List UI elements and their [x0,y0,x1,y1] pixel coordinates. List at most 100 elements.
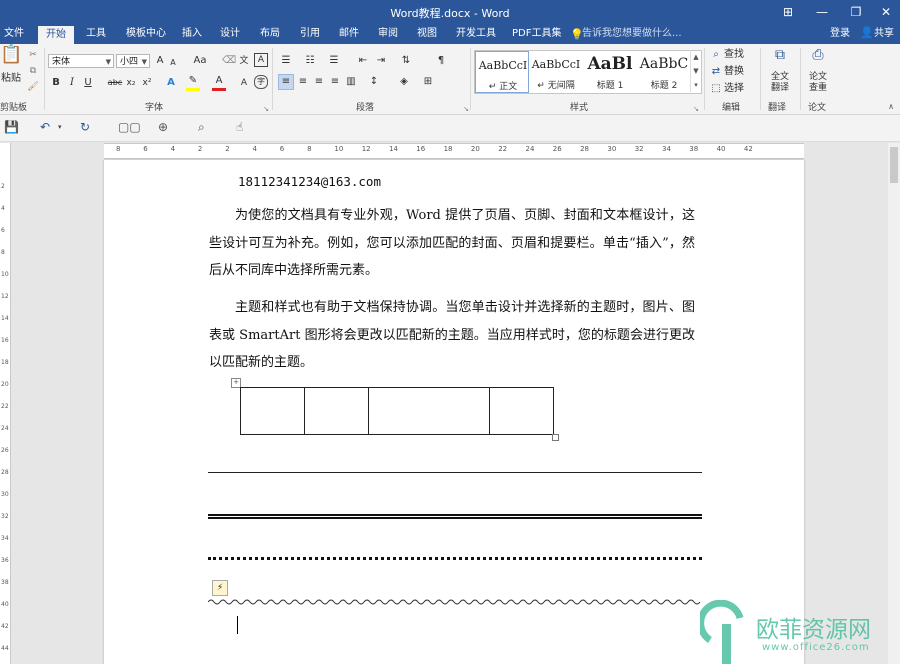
copy-icon[interactable]: ⧉ [26,64,40,78]
paste-button[interactable]: 粘贴 [0,72,22,86]
read-mode-icon[interactable]: ▢▢ [118,120,141,134]
replace-button[interactable]: 替换 [724,65,744,79]
align-left-icon[interactable]: ≡ [278,74,294,90]
shrink-font-button[interactable]: A [168,56,178,70]
character-shading-icon[interactable]: A [238,76,250,90]
select-button[interactable]: 选择 [724,82,744,96]
print-preview-icon[interactable]: ⌕ [198,120,205,135]
clear-formatting-icon[interactable]: ⌫ [222,54,236,68]
chevron-down-icon: ▼ [141,58,147,66]
bullets-icon[interactable]: ☰ [278,54,294,68]
full-text-translate-button[interactable]: 全文 翻译 [766,72,794,94]
font-color-icon: A [215,75,223,86]
show-formatting-icon[interactable]: ¶ [434,54,448,68]
touch-mode-icon[interactable]: ☝ [236,120,243,134]
borders-icon[interactable]: ⊞ [420,75,436,89]
tab-insert[interactable]: 插入 [182,24,202,44]
plagiarism-check-icon[interactable]: ⎙ [808,48,828,62]
multilevel-list-icon[interactable]: ☰ [326,54,342,68]
font-size-combo[interactable]: 小四 ▼ [116,54,150,68]
tab-tools[interactable]: 工具 [86,24,106,44]
vertical-scrollbar[interactable] [888,143,900,664]
dialog-launcher-icon[interactable]: ↘ [462,102,470,116]
change-case-button[interactable]: Aa [189,54,211,68]
horizontal-ruler[interactable]: 8 6 4 2 2 4 6 8 10 12 14 16 18 20 22 24 26 28 30 32 34 38 40 42 [104,143,804,159]
italic-button[interactable]: I [66,76,78,90]
grow-font-button[interactable]: A [154,54,166,68]
collapse-ribbon-icon[interactable]: ∧ [886,100,896,114]
text-effects-icon[interactable]: A [164,76,178,90]
align-center-icon[interactable]: ≡ [296,75,310,89]
justify-icon[interactable]: ≡ [328,75,342,89]
undo-icon[interactable]: ↶ [40,120,50,134]
strikethrough-button[interactable]: abc [106,76,124,90]
table-cell[interactable] [304,387,369,435]
highlight-color-button[interactable]: ✎ [186,74,200,91]
restore-button[interactable]: ❐ [840,0,872,24]
table-cell[interactable] [240,387,305,435]
shading-icon[interactable]: ◈ [396,75,412,89]
style-heading-1[interactable]: AaBl 标题 1 [583,51,637,93]
numbering-icon[interactable]: ☷ [302,54,318,68]
dialog-launcher-icon[interactable]: ↘ [262,102,270,116]
sign-in-link[interactable]: 登录 [830,24,850,44]
align-right-icon[interactable]: ≡ [312,75,326,89]
table-row [240,387,554,435]
tab-developer[interactable]: 开发工具 [456,24,496,44]
autocorrect-options-icon[interactable]: ⚡ [212,580,228,596]
document-table[interactable] [240,387,554,435]
distributed-icon[interactable]: ▥ [344,75,358,89]
subscript-button[interactable]: x₂ [124,76,138,90]
tab-review[interactable]: 审阅 [378,24,398,44]
redo-icon[interactable]: ↻ [80,120,90,134]
scrollbar-thumb[interactable] [890,147,898,183]
tab-home[interactable]: 开始 [38,26,74,44]
decrease-indent-icon[interactable]: ⇤ [356,54,370,68]
enclose-characters-icon[interactable]: 字 [254,75,268,89]
translate-icon[interactable]: ⧉ [770,48,790,62]
increase-indent-icon[interactable]: ⇥ [374,54,388,68]
paste-icon[interactable]: 📋 [0,46,22,64]
ribbon-display-options-button[interactable]: ⊞ [772,0,804,24]
bold-button[interactable]: B [50,76,62,90]
phonetic-guide-button[interactable]: 文 [238,54,250,68]
superscript-button[interactable]: x² [140,76,154,90]
style-heading-2[interactable]: AaBbC 标题 2 [637,51,691,93]
minimize-button[interactable]: — [806,0,838,24]
table-cell[interactable] [489,387,554,435]
sort-icon[interactable]: ⇅ [398,54,414,68]
document-page[interactable]: 18112341234@163.com 为使您的文档具有专业外观，Word 提供… [104,160,804,664]
find-button[interactable]: 查找 [724,48,744,62]
tab-template-center[interactable]: 模板中心 [126,24,166,44]
cut-icon[interactable]: ✂ [26,48,40,62]
styles-scroll-arrows[interactable]: ▲ ▼ ▾ [690,50,701,92]
tab-layout[interactable]: 布局 [260,24,280,44]
table-resize-handle[interactable] [552,434,559,441]
vertical-ruler[interactable]: 2 4 6 8 10 12 14 16 18 20 22 24 26 28 30 32 34 36 38 40 42 44 [0,143,11,664]
table-cell[interactable] [368,387,490,435]
ruler-tick-label: 8 [116,145,121,153]
style-no-spacing[interactable]: AaBbCcI ↵ 无间隔 [529,51,583,93]
line-spacing-icon[interactable]: ↕ [366,75,382,89]
underline-button[interactable]: U [82,76,94,90]
brand-logo-icon [700,600,744,664]
tab-mailings[interactable]: 邮件 [339,24,359,44]
character-border-button[interactable]: A [254,53,268,67]
tell-me-search[interactable]: 告诉我您想要做什么... [582,24,682,44]
share-button[interactable]: 共享 [874,24,894,44]
paper-check-button[interactable]: 论文 查重 [804,72,832,94]
style-normal[interactable]: AaBbCcI ↵ 正文 [475,51,529,93]
chevron-down-icon[interactable]: ▾ [58,123,62,131]
font-name-combo[interactable]: 宋体 ▼ [48,54,114,68]
tab-file[interactable]: 文件 [4,24,24,44]
tab-references[interactable]: 引用 [300,24,320,44]
format-painter-icon[interactable]: 🖌 [26,80,40,94]
tab-pdf-tools[interactable]: PDF工具集 [512,24,561,44]
save-icon[interactable]: 💾 [4,120,19,134]
tab-view[interactable]: 视图 [417,24,437,44]
tab-design[interactable]: 设计 [220,24,240,44]
font-color-button[interactable]: A [212,74,226,91]
dialog-launcher-icon[interactable]: ↘ [692,102,700,116]
close-button[interactable]: ✕ [870,0,900,24]
web-layout-icon[interactable]: ⊕ [158,120,168,134]
